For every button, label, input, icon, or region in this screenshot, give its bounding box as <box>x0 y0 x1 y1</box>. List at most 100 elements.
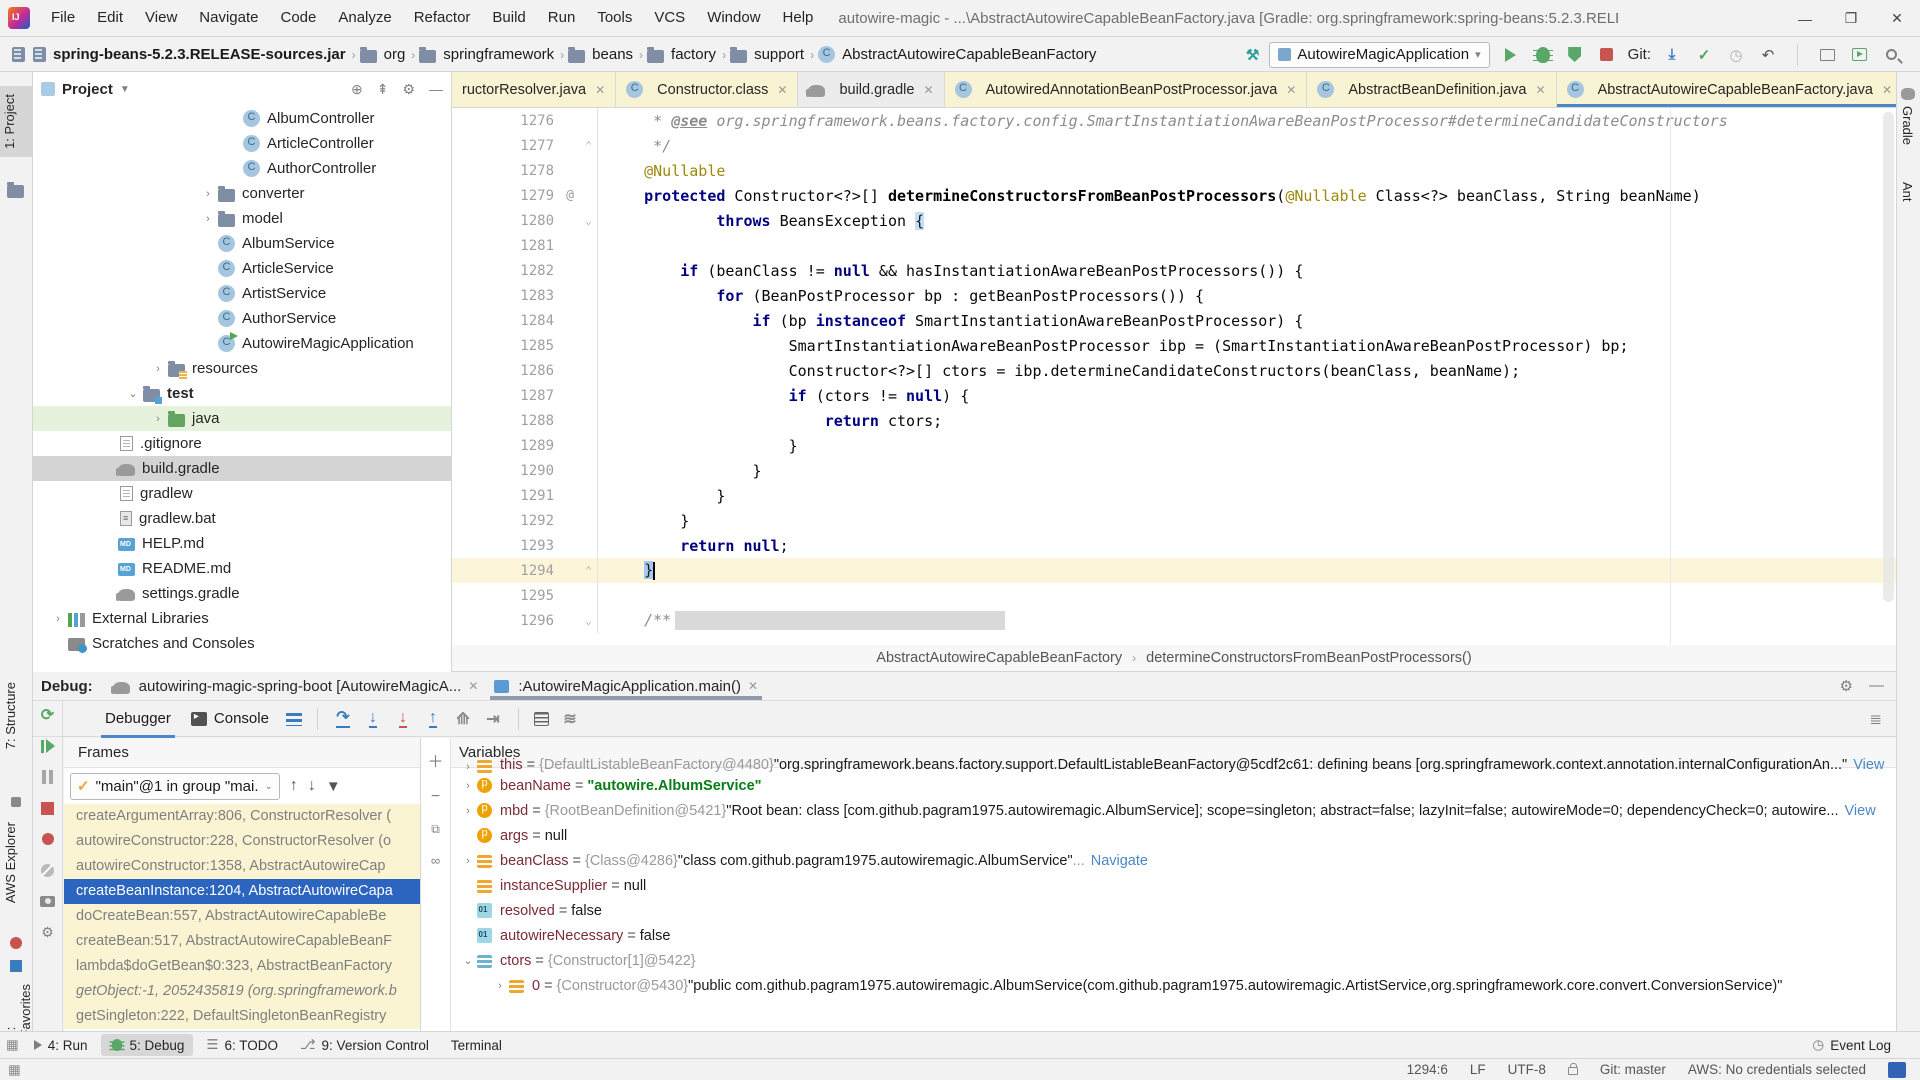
filter-funnel-icon[interactable]: ▼ <box>326 778 341 795</box>
line-number[interactable]: 1294 <box>452 563 560 579</box>
mute-breakpoints-button[interactable] <box>39 861 57 879</box>
line-number[interactable]: 1281 <box>452 238 560 254</box>
show-watches-icon[interactable]: ∞ <box>431 853 440 868</box>
breadcrumb-class[interactable]: AbstractAutowireCapableBeanFactory <box>876 650 1122 666</box>
pause-button[interactable] <box>39 768 57 786</box>
frame-row[interactable]: autowireConstructor:228, ConstructorReso… <box>64 829 420 854</box>
frame-down-button[interactable]: ↓ <box>308 777 316 795</box>
fold-marker-icon[interactable]: ⌃ <box>580 133 598 158</box>
line-number[interactable]: 1277 <box>452 138 560 154</box>
line-number[interactable]: 1284 <box>452 313 560 329</box>
code-line-1279[interactable]: 1279@ protected Constructor<?>[] determi… <box>452 183 1896 208</box>
frame-row[interactable]: getSingleton:222, DefaultSingletonBeanRe… <box>64 1004 420 1029</box>
project-panel-title[interactable]: Project <box>62 81 113 98</box>
add-watch-button[interactable]: ＋ <box>427 748 443 772</box>
variable-row-ctors[interactable]: ⌄ctors={Constructor[1]@5422} <box>451 948 1896 973</box>
menu-code[interactable]: Code <box>269 9 327 26</box>
variable-row-beanClass[interactable]: ›beanClass={Class@4286} "class com.githu… <box>451 848 1896 873</box>
sidebar-tab-project[interactable]: 1: Project <box>0 86 33 157</box>
tree-item-resources[interactable]: ›resources <box>33 356 451 381</box>
editor-scrollbar[interactable] <box>1883 112 1894 602</box>
variable-row-0[interactable]: ›0={Constructor@5430} "public com.github… <box>451 973 1896 998</box>
line-number[interactable]: 1278 <box>452 163 560 179</box>
expand-chevron-icon[interactable]: › <box>459 780 477 792</box>
line-number[interactable]: 1292 <box>452 513 560 529</box>
frame-row[interactable]: createArgumentArray:806, ConstructorReso… <box>64 804 420 829</box>
breadcrumb-item[interactable]: org› <box>360 46 416 63</box>
step-over-button[interactable]: ↷ <box>330 707 356 731</box>
close-icon[interactable]: ✕ <box>595 83 605 97</box>
menu-analyze[interactable]: Analyze <box>327 9 402 26</box>
debug-tab-main[interactable]: :AutowireMagicApplication.main()✕ <box>486 672 766 700</box>
rerun-button[interactable]: ⟳ <box>39 706 57 724</box>
menu-help[interactable]: Help <box>772 9 825 26</box>
aws-credentials[interactable]: AWS: No credentials selected <box>1688 1062 1866 1077</box>
restore-button[interactable]: ❐ <box>1828 0 1874 37</box>
toolwindow-button-terminal[interactable]: Terminal <box>442 1035 511 1056</box>
line-number[interactable]: 1279 <box>452 188 560 204</box>
editor-tab-ructorresolver-java[interactable]: ructorResolver.java✕ <box>452 72 616 107</box>
tree-item-settings-gradle[interactable]: settings.gradle <box>33 581 451 606</box>
toolwindow-button-4-run[interactable]: 4: Run <box>25 1035 97 1056</box>
close-icon[interactable]: ✕ <box>1536 83 1546 97</box>
drop-frame-button[interactable]: ⟰ <box>450 707 476 731</box>
run-configuration-select[interactable]: AutowireMagicApplication ▾ <box>1269 42 1489 68</box>
line-number[interactable]: 1285 <box>452 338 560 354</box>
variable-row-beanName[interactable]: ›beanName="autowire.AlbumService" <box>451 773 1896 798</box>
code-line-1286[interactable]: 1286 Constructor<?>[] ctors = ibp.determ… <box>452 358 1896 383</box>
settings-filter-icon[interactable]: ≋ <box>557 707 583 731</box>
build-hammer-icon[interactable]: ⚒ <box>1246 46 1259 64</box>
expand-chevron-icon[interactable]: › <box>459 855 477 867</box>
tree-chevron-icon[interactable]: › <box>198 213 218 225</box>
toolwindow-button-6-todo[interactable]: ☰6: TODO <box>197 1034 287 1056</box>
menu-refactor[interactable]: Refactor <box>403 9 482 26</box>
close-icon[interactable]: ✕ <box>468 679 478 693</box>
tree-chevron-icon[interactable]: ⌄ <box>123 387 143 400</box>
toolwindow-button-5-debug[interactable]: 5: Debug <box>101 1034 194 1056</box>
line-number[interactable]: 1276 <box>452 113 560 129</box>
copy-icon[interactable]: ⧉ <box>431 822 440 837</box>
remove-watch-button[interactable]: − <box>431 788 440 806</box>
code-line-1282[interactable]: 1282 if (beanClass != null && hasInstant… <box>452 258 1896 283</box>
tree-item--gitignore[interactable]: .gitignore <box>33 431 451 456</box>
view-tab-debugger[interactable]: Debugger <box>95 706 181 731</box>
tree-item-scratches-and-consoles[interactable]: Scratches and Consoles <box>33 631 451 656</box>
code-line-1277[interactable]: 1277⌃ */ <box>452 133 1896 158</box>
menu-tools[interactable]: Tools <box>586 9 643 26</box>
expand-chevron-icon[interactable]: ⌄ <box>459 954 477 967</box>
line-number[interactable]: 1290 <box>452 463 560 479</box>
locate-file-icon[interactable]: ⊕ <box>351 81 363 98</box>
git-branch[interactable]: Git: master <box>1600 1062 1666 1077</box>
line-number[interactable]: 1289 <box>452 438 560 454</box>
frame-row[interactable]: createBeanInstance:1204, AbstractAutowir… <box>64 879 420 904</box>
fold-marker-icon[interactable]: ⌄ <box>580 208 598 233</box>
sidebar-tab-aws-explorer[interactable]: AWS Explorer <box>3 822 18 903</box>
sidebar-tab-structure[interactable]: 7: Structure <box>3 682 18 749</box>
variable-row-args[interactable]: args=null <box>451 823 1896 848</box>
line-number[interactable]: 1282 <box>452 263 560 279</box>
tree-item-authorcontroller[interactable]: AuthorController <box>33 156 451 181</box>
line-number[interactable]: 1295 <box>452 588 560 604</box>
breadcrumb-item[interactable]: spring-beans-5.2.3.RELEASE-sources.jar› <box>31 46 356 63</box>
tree-item-help-md[interactable]: HELP.md <box>33 531 451 556</box>
tree-item-gradlew[interactable]: gradlew <box>33 481 451 506</box>
collapse-all-icon[interactable]: ⇞ <box>377 81 389 98</box>
line-number[interactable]: 1291 <box>452 488 560 504</box>
tool-switcher-icon[interactable]: ▦ <box>6 1037 19 1053</box>
code-line-1280[interactable]: 1280⌄ throws BeansException { <box>452 208 1896 233</box>
variable-row-autowireNecessary[interactable]: autowireNecessary=false <box>451 923 1896 948</box>
step-out-button[interactable]: ↑ <box>420 707 446 731</box>
line-number[interactable]: 1293 <box>452 538 560 554</box>
code-line-1294[interactable]: 1294⌃ } <box>452 558 1896 583</box>
close-icon[interactable]: ✕ <box>748 679 758 693</box>
line-number[interactable]: 1288 <box>452 413 560 429</box>
line-number[interactable]: 1286 <box>452 363 560 379</box>
sidebar-tab-ant[interactable]: Ant <box>1900 182 1915 202</box>
sidebar-tab-favorites[interactable]: 2: Favorites <box>3 984 33 1037</box>
history-clock-icon[interactable]: ◷ <box>1725 44 1747 66</box>
hide-panel-icon[interactable]: — <box>429 81 443 98</box>
breadcrumb-method[interactable]: determineConstructorsFromBeanPostProcess… <box>1146 650 1472 666</box>
close-icon[interactable]: ✕ <box>923 83 933 97</box>
menu-navigate[interactable]: Navigate <box>188 9 269 26</box>
tree-chevron-icon[interactable]: › <box>198 188 218 200</box>
